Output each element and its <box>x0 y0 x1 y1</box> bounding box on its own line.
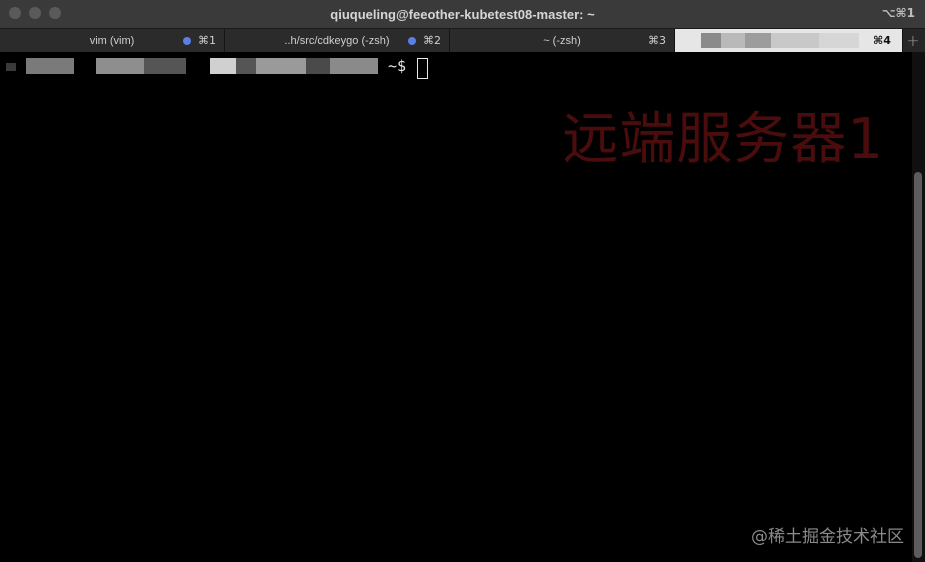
zoom-button[interactable] <box>49 7 61 19</box>
redacted-label <box>771 33 819 48</box>
tab-bar: vim (vim) ⌘1 ..h/src/cdkeygo (-zsh) ⌘2 ~… <box>0 28 925 52</box>
window-controls <box>9 7 61 19</box>
tab-label: vim (vim) <box>89 34 135 47</box>
redacted-label <box>745 33 771 48</box>
tab-label: ..h/src/cdkeygo (-zsh) <box>284 34 390 47</box>
redacted-prompt <box>306 58 330 74</box>
tab-cdkeygo[interactable]: ..h/src/cdkeygo (-zsh) ⌘2 <box>225 29 450 52</box>
redacted-label <box>819 33 859 48</box>
redacted-label <box>721 33 745 48</box>
redacted-prompt <box>26 58 74 74</box>
server-label-overlay: 远端服务器1 <box>562 107 884 172</box>
terminal-window: qiuqueling@feeother-kubetest08-master: ~… <box>0 0 925 562</box>
tab-shortcut: ⌘3 <box>648 34 666 47</box>
redacted-prompt <box>236 58 256 74</box>
redacted-prompt <box>210 58 236 74</box>
redacted-prompt <box>144 58 186 74</box>
redacted-prompt <box>96 58 144 74</box>
activity-dot-icon <box>408 37 416 45</box>
redacted-label <box>701 33 721 48</box>
window-title: qiuqueling@feeother-kubetest08-master: ~ <box>330 6 595 22</box>
tab-label: ~ (-zsh) <box>543 34 581 47</box>
close-button[interactable] <box>9 7 21 19</box>
window-shortcut: ⌥⌘1 <box>881 6 915 20</box>
activity-dot-icon <box>183 37 191 45</box>
tab-shortcut: ⌘4 <box>873 34 891 47</box>
tab-zsh[interactable]: ~ (-zsh) ⌘3 <box>450 29 675 52</box>
scrollbar-thumb[interactable] <box>914 172 922 558</box>
text-cursor <box>417 58 428 79</box>
redacted-prompt <box>256 58 306 74</box>
terminal-output[interactable]: ~$ 远端服务器1 @稀土掘金技术社区 <box>0 52 912 562</box>
tab-vim[interactable]: vim (vim) ⌘1 <box>0 29 225 52</box>
tab-active[interactable]: ⌘4 <box>675 29 903 52</box>
redacted-prompt <box>6 63 16 71</box>
tab-shortcut: ⌘2 <box>423 34 441 47</box>
prompt-line: ~$ <box>4 57 444 79</box>
tab-shortcut: ⌘1 <box>198 34 216 47</box>
add-tab-button[interactable]: + <box>903 29 923 52</box>
prompt-suffix: ~$ <box>388 57 407 75</box>
title-bar[interactable]: qiuqueling@feeother-kubetest08-master: ~… <box>0 0 925 28</box>
site-watermark: @稀土掘金技术社区 <box>751 527 904 547</box>
redacted-prompt <box>330 58 378 74</box>
vertical-scrollbar[interactable] <box>912 52 925 562</box>
minimize-button[interactable] <box>29 7 41 19</box>
